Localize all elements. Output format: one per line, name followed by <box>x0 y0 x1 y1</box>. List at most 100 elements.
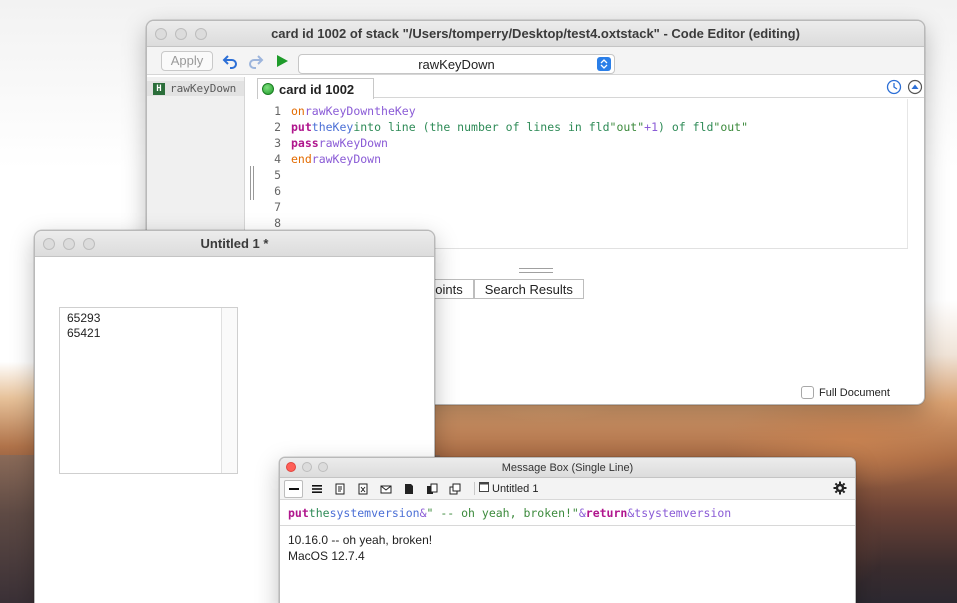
close-button[interactable] <box>155 28 167 40</box>
code-line: 6 <box>257 183 907 199</box>
keyword-return: return <box>585 505 628 520</box>
code-line: 1 on rawKeyDown theKey <box>257 103 907 119</box>
handler-dropdown-value: rawKeyDown <box>418 56 495 72</box>
msgbox-toolbar: Untitled 1 <box>280 478 855 500</box>
full-document-option: Full Document <box>801 386 890 399</box>
history-icon[interactable] <box>886 79 902 98</box>
window-controls <box>286 462 328 472</box>
full-document-label: Full Document <box>819 386 890 399</box>
global-properties-icon[interactable] <box>330 480 349 498</box>
line-number: 1 <box>274 104 281 118</box>
handler-list-item[interactable]: H rawKeyDown <box>147 81 244 96</box>
tab-search-results[interactable]: Search Results <box>473 279 584 299</box>
backscripts-icon[interactable] <box>422 480 441 498</box>
editor-titlebar: card id 1002 of stack "/Users/tomperry/D… <box>147 21 924 47</box>
handler-name: rawKeyDown <box>304 104 375 118</box>
zoom-button[interactable] <box>318 462 328 472</box>
redo-icon[interactable] <box>247 52 265 70</box>
full-document-checkbox[interactable] <box>801 386 814 399</box>
target-stack-selector[interactable]: Untitled 1 <box>474 482 538 495</box>
code-text: ) of fld <box>658 120 714 134</box>
field-scrollbar[interactable] <box>221 308 237 473</box>
code-text: the <box>308 505 330 520</box>
minimize-button[interactable] <box>175 28 187 40</box>
bottom-tabs: points Search Results <box>417 279 584 299</box>
stacks-in-use-icon[interactable] <box>445 480 464 498</box>
code-string: " -- oh yeah, broken!" <box>426 505 579 520</box>
line-number: 4 <box>274 152 281 166</box>
line-number: 8 <box>274 216 281 230</box>
line-number: 3 <box>274 136 281 150</box>
code-line: 2 put theKey into line (the number of li… <box>257 119 907 135</box>
collapse-up-icon[interactable] <box>907 79 923 98</box>
line-number: 5 <box>274 168 281 182</box>
pending-messages-icon[interactable] <box>376 480 395 498</box>
stack-titlebar: Untitled 1 * <box>35 231 434 257</box>
close-button[interactable] <box>286 462 296 472</box>
code-text: into line (the number of lines in fld <box>353 120 610 134</box>
tabstrip-icons <box>886 79 923 98</box>
frontscripts-icon[interactable] <box>399 480 418 498</box>
msgbox-title: Message Box (Single Line) <box>501 461 634 474</box>
minimize-button[interactable] <box>302 462 312 472</box>
code-operator: & <box>419 505 427 520</box>
target-stack-name: Untitled 1 <box>492 482 539 495</box>
resize-grip[interactable] <box>519 268 553 273</box>
tab-card-label: card id 1002 <box>279 81 355 97</box>
handler-list-item-label: rawKeyDown <box>170 82 237 95</box>
code-function: systemversion <box>329 505 420 520</box>
run-icon[interactable] <box>273 52 291 70</box>
out-field-text: 65293 65421 <box>67 311 100 341</box>
stack-icon <box>479 482 489 495</box>
multi-line-mode-icon[interactable] <box>307 480 326 498</box>
code-line: 4 end rawKeyDown <box>257 151 907 167</box>
apply-button[interactable]: Apply <box>161 50 213 71</box>
gutter-marker <box>250 166 254 200</box>
handler-dropdown[interactable]: rawKeyDown <box>298 54 615 74</box>
gear-icon[interactable] <box>833 481 847 498</box>
editor-tabstrip: card id 1002 <box>257 78 924 99</box>
out-field[interactable]: 65293 65421 <box>59 307 238 474</box>
code-line: 3 pass rawKeyDown <box>257 135 907 151</box>
stack-title: Untitled 1 * <box>200 236 269 251</box>
line-number: 7 <box>274 200 281 214</box>
zoom-button[interactable] <box>83 238 95 250</box>
handler-param: theKey <box>374 104 416 118</box>
minimize-button[interactable] <box>63 238 75 250</box>
line-number: 6 <box>274 184 281 198</box>
window-controls <box>155 28 207 40</box>
status-dot-icon <box>262 83 274 95</box>
script-editor[interactable]: 1 on rawKeyDown theKey 2 put theKey into … <box>257 103 907 247</box>
code-line: 7 <box>257 199 907 215</box>
handler-badge-icon: H <box>153 82 165 95</box>
code-line: 5 <box>257 167 907 183</box>
undo-icon[interactable] <box>221 52 239 70</box>
line-number: 2 <box>274 120 281 134</box>
code-number: +1 <box>644 120 658 134</box>
close-button[interactable] <box>43 238 55 250</box>
window-controls <box>43 238 95 250</box>
keyword-put: put <box>291 120 312 134</box>
keyword-on: on <box>291 104 305 118</box>
editor-scrollbar[interactable] <box>907 99 908 249</box>
handler-name: rawKeyDown <box>311 152 382 166</box>
editor-title: card id 1002 of stack "/Users/tomperry/D… <box>271 26 800 41</box>
code-variable: tsystemversion <box>634 505 732 520</box>
code-string: "out" <box>713 120 749 134</box>
keyword-end: end <box>291 152 312 166</box>
field-line: 65421 <box>67 326 101 340</box>
code-variable: theKey <box>311 120 354 134</box>
code-operator: & <box>627 505 635 520</box>
code-string: "out" <box>609 120 645 134</box>
message-result: 10.16.0 -- oh yeah, broken! MacOS 12.7.4 <box>280 526 855 570</box>
zoom-button[interactable] <box>195 28 207 40</box>
message-input[interactable]: put the systemversion & " -- oh yeah, br… <box>280 500 855 526</box>
message-box-window: Message Box (Single Line) Untitled 1 put… <box>279 457 856 603</box>
field-line: 65293 <box>67 311 101 325</box>
global-variables-icon[interactable] <box>353 480 372 498</box>
single-line-mode-icon[interactable] <box>284 479 303 498</box>
result-line: MacOS 12.7.4 <box>288 549 365 563</box>
tab-card[interactable]: card id 1002 <box>257 78 374 99</box>
updown-chevron-icon <box>597 57 611 71</box>
code-line: 8 <box>257 215 907 231</box>
